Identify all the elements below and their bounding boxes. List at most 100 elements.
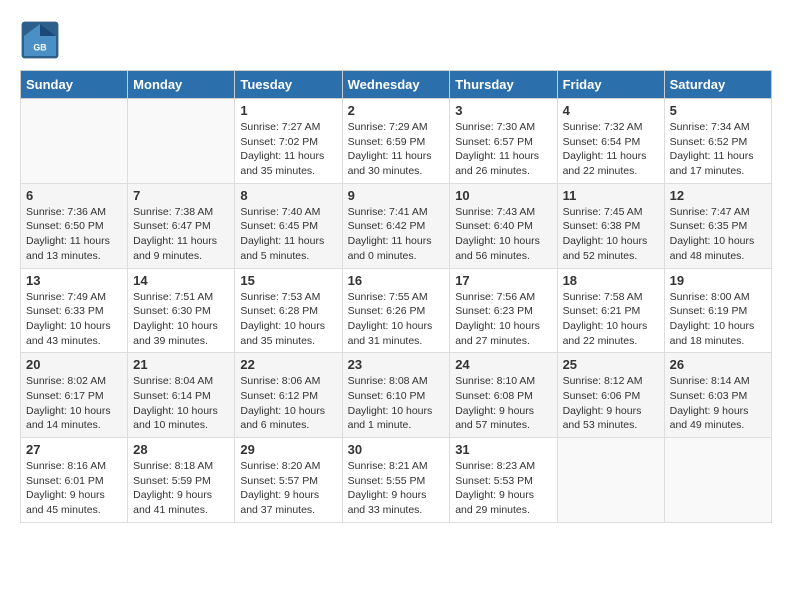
weekday-header-friday: Friday: [557, 71, 664, 99]
week-row-3: 13 Sunrise: 7:49 AM Sunset: 6:33 PM Dayli…: [21, 268, 772, 353]
day-info: Sunrise: 7:49 AM Sunset: 6:33 PM Dayligh…: [26, 290, 122, 349]
day-number: 7: [133, 188, 229, 203]
day-number: 8: [240, 188, 336, 203]
page-header: GB: [20, 20, 772, 60]
calendar-cell: 27Sunrise: 8:16 AM Sunset: 6:01 PM Dayli…: [21, 438, 128, 523]
day-info: Sunrise: 7:27 AM Sunset: 7:02 PM Dayligh…: [240, 120, 336, 179]
day-number: 10: [455, 188, 551, 203]
calendar-cell: 3 Sunrise: 7:30 AM Sunset: 6:57 PM Daylig…: [450, 99, 557, 184]
day-info: Sunrise: 8:23 AM Sunset: 5:53 PM Dayligh…: [455, 459, 551, 518]
day-info: Sunrise: 8:18 AM Sunset: 5:59 PM Dayligh…: [133, 459, 229, 518]
calendar-cell: 5 Sunrise: 7:34 AM Sunset: 6:52 PM Daylig…: [664, 99, 771, 184]
day-info: Sunrise: 7:47 AM Sunset: 6:35 PM Dayligh…: [670, 205, 766, 264]
day-info: Sunrise: 7:38 AM Sunset: 6:47 PM Dayligh…: [133, 205, 229, 264]
day-number: 3: [455, 103, 551, 118]
weekday-header-wednesday: Wednesday: [342, 71, 450, 99]
logo-icon: GB: [20, 20, 60, 60]
day-info: Sunrise: 8:08 AM Sunset: 6:10 PM Dayligh…: [348, 374, 445, 433]
day-info: Sunrise: 8:20 AM Sunset: 5:57 PM Dayligh…: [240, 459, 336, 518]
day-info: Sunrise: 7:43 AM Sunset: 6:40 PM Dayligh…: [455, 205, 551, 264]
day-number: 22: [240, 357, 336, 372]
day-info: Sunrise: 8:00 AM Sunset: 6:19 PM Dayligh…: [670, 290, 766, 349]
logo: GB: [20, 20, 64, 60]
calendar-cell: 6Sunrise: 7:36 AM Sunset: 6:50 PM Daylig…: [21, 183, 128, 268]
calendar-cell: 11 Sunrise: 7:45 AM Sunset: 6:38 PM Dayli…: [557, 183, 664, 268]
calendar-cell: 16 Sunrise: 7:55 AM Sunset: 6:26 PM Dayli…: [342, 268, 450, 353]
calendar-cell: 10 Sunrise: 7:43 AM Sunset: 6:40 PM Dayli…: [450, 183, 557, 268]
weekday-header-sunday: Sunday: [21, 71, 128, 99]
day-number: 15: [240, 273, 336, 288]
day-number: 16: [348, 273, 445, 288]
day-number: 31: [455, 442, 551, 457]
day-info: Sunrise: 7:53 AM Sunset: 6:28 PM Dayligh…: [240, 290, 336, 349]
calendar-cell: 31 Sunrise: 8:23 AM Sunset: 5:53 PM Dayli…: [450, 438, 557, 523]
day-number: 5: [670, 103, 766, 118]
calendar-cell: 25 Sunrise: 8:12 AM Sunset: 6:06 PM Dayli…: [557, 353, 664, 438]
week-row-5: 27Sunrise: 8:16 AM Sunset: 6:01 PM Dayli…: [21, 438, 772, 523]
calendar-cell: 13 Sunrise: 7:49 AM Sunset: 6:33 PM Dayli…: [21, 268, 128, 353]
svg-text:GB: GB: [33, 42, 46, 52]
day-number: 4: [563, 103, 659, 118]
day-number: 14: [133, 273, 229, 288]
day-number: 9: [348, 188, 445, 203]
calendar-cell: 22 Sunrise: 8:06 AM Sunset: 6:12 PM Dayli…: [235, 353, 342, 438]
day-info: Sunrise: 7:30 AM Sunset: 6:57 PM Dayligh…: [455, 120, 551, 179]
calendar-cell: [21, 99, 128, 184]
calendar-cell: 17Sunrise: 7:56 AM Sunset: 6:23 PM Dayli…: [450, 268, 557, 353]
day-info: Sunrise: 7:55 AM Sunset: 6:26 PM Dayligh…: [348, 290, 445, 349]
day-number: 13: [26, 273, 122, 288]
day-number: 1: [240, 103, 336, 118]
day-number: 26: [670, 357, 766, 372]
day-number: 6: [26, 188, 122, 203]
calendar-cell: 15 Sunrise: 7:53 AM Sunset: 6:28 PM Dayli…: [235, 268, 342, 353]
calendar-table: SundayMondayTuesdayWednesdayThursdayFrid…: [20, 70, 772, 523]
day-info: Sunrise: 7:29 AM Sunset: 6:59 PM Dayligh…: [348, 120, 445, 179]
week-row-4: 20Sunrise: 8:02 AM Sunset: 6:17 PM Dayli…: [21, 353, 772, 438]
day-number: 28: [133, 442, 229, 457]
week-row-2: 6Sunrise: 7:36 AM Sunset: 6:50 PM Daylig…: [21, 183, 772, 268]
calendar-cell: 2Sunrise: 7:29 AM Sunset: 6:59 PM Daylig…: [342, 99, 450, 184]
day-info: Sunrise: 8:21 AM Sunset: 5:55 PM Dayligh…: [348, 459, 445, 518]
day-info: Sunrise: 7:41 AM Sunset: 6:42 PM Dayligh…: [348, 205, 445, 264]
day-number: 23: [348, 357, 445, 372]
calendar-cell: 9 Sunrise: 7:41 AM Sunset: 6:42 PM Daylig…: [342, 183, 450, 268]
calendar-cell: 1 Sunrise: 7:27 AM Sunset: 7:02 PM Daylig…: [235, 99, 342, 184]
calendar-cell: 28 Sunrise: 8:18 AM Sunset: 5:59 PM Dayli…: [128, 438, 235, 523]
day-number: 27: [26, 442, 122, 457]
calendar-cell: 20Sunrise: 8:02 AM Sunset: 6:17 PM Dayli…: [21, 353, 128, 438]
day-info: Sunrise: 7:51 AM Sunset: 6:30 PM Dayligh…: [133, 290, 229, 349]
day-info: Sunrise: 7:56 AM Sunset: 6:23 PM Dayligh…: [455, 290, 551, 349]
calendar-cell: [128, 99, 235, 184]
calendar-cell: [664, 438, 771, 523]
day-number: 29: [240, 442, 336, 457]
calendar-cell: 7 Sunrise: 7:38 AM Sunset: 6:47 PM Daylig…: [128, 183, 235, 268]
day-info: Sunrise: 7:32 AM Sunset: 6:54 PM Dayligh…: [563, 120, 659, 179]
day-info: Sunrise: 7:58 AM Sunset: 6:21 PM Dayligh…: [563, 290, 659, 349]
day-number: 21: [133, 357, 229, 372]
day-info: Sunrise: 8:04 AM Sunset: 6:14 PM Dayligh…: [133, 374, 229, 433]
day-info: Sunrise: 8:02 AM Sunset: 6:17 PM Dayligh…: [26, 374, 122, 433]
weekday-header-monday: Monday: [128, 71, 235, 99]
weekday-header-saturday: Saturday: [664, 71, 771, 99]
calendar-cell: 14 Sunrise: 7:51 AM Sunset: 6:30 PM Dayli…: [128, 268, 235, 353]
weekday-header-row: SundayMondayTuesdayWednesdayThursdayFrid…: [21, 71, 772, 99]
calendar-cell: 4 Sunrise: 7:32 AM Sunset: 6:54 PM Daylig…: [557, 99, 664, 184]
calendar-cell: 30 Sunrise: 8:21 AM Sunset: 5:55 PM Dayli…: [342, 438, 450, 523]
day-info: Sunrise: 7:45 AM Sunset: 6:38 PM Dayligh…: [563, 205, 659, 264]
calendar-cell: 12 Sunrise: 7:47 AM Sunset: 6:35 PM Dayli…: [664, 183, 771, 268]
calendar-cell: 8Sunrise: 7:40 AM Sunset: 6:45 PM Daylig…: [235, 183, 342, 268]
day-number: 25: [563, 357, 659, 372]
day-number: 12: [670, 188, 766, 203]
calendar-cell: 23 Sunrise: 8:08 AM Sunset: 6:10 PM Dayli…: [342, 353, 450, 438]
day-info: Sunrise: 8:14 AM Sunset: 6:03 PM Dayligh…: [670, 374, 766, 433]
day-number: 11: [563, 188, 659, 203]
day-info: Sunrise: 8:06 AM Sunset: 6:12 PM Dayligh…: [240, 374, 336, 433]
calendar-cell: 19Sunrise: 8:00 AM Sunset: 6:19 PM Dayli…: [664, 268, 771, 353]
calendar-cell: 24Sunrise: 8:10 AM Sunset: 6:08 PM Dayli…: [450, 353, 557, 438]
day-number: 24: [455, 357, 551, 372]
weekday-header-thursday: Thursday: [450, 71, 557, 99]
day-info: Sunrise: 7:34 AM Sunset: 6:52 PM Dayligh…: [670, 120, 766, 179]
calendar-cell: 21 Sunrise: 8:04 AM Sunset: 6:14 PM Dayli…: [128, 353, 235, 438]
day-info: Sunrise: 8:12 AM Sunset: 6:06 PM Dayligh…: [563, 374, 659, 433]
day-number: 30: [348, 442, 445, 457]
